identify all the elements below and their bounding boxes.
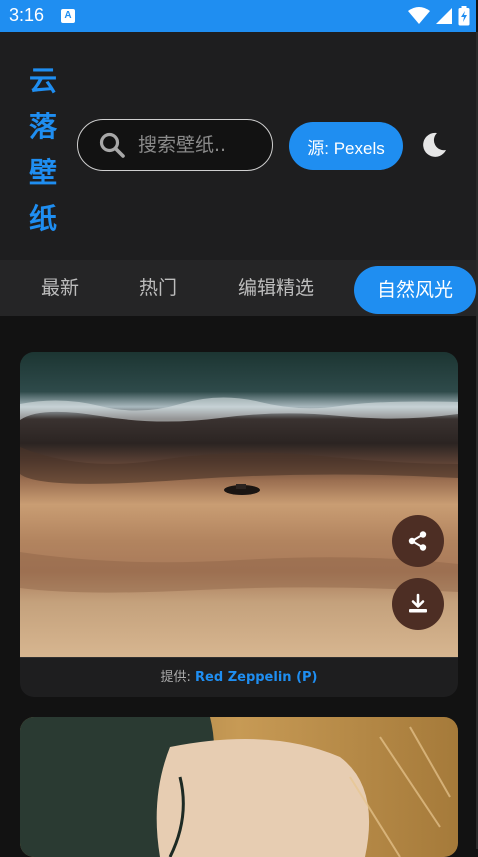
battery-charging-icon bbox=[458, 6, 470, 26]
download-button[interactable] bbox=[392, 578, 444, 630]
category-tabs: 最新 热门 编辑精选 自然风光 bbox=[0, 260, 476, 316]
tab-latest[interactable]: 最新 bbox=[41, 260, 79, 316]
signal-icon bbox=[436, 8, 452, 24]
credit-author-link[interactable]: Red Zeppelin (P) bbox=[195, 670, 317, 685]
app-title-char: 壁 bbox=[28, 156, 57, 189]
credit-prefix: 提供: bbox=[160, 670, 191, 685]
search-box[interactable] bbox=[77, 119, 273, 171]
app-title-char: 落 bbox=[28, 110, 57, 143]
status-time: 3:16 bbox=[9, 5, 45, 25]
source-button[interactable]: 源: Pexels bbox=[289, 122, 403, 170]
wifi-icon bbox=[408, 7, 430, 24]
download-icon bbox=[409, 593, 427, 613]
photo-credit: 提供: Red Zeppelin (P) bbox=[20, 657, 458, 697]
app-title: 云 落 壁 纸 bbox=[26, 58, 60, 242]
app-title-char: 纸 bbox=[28, 202, 57, 235]
wallpaper-card[interactable]: 提供: Red Zeppelin (P) bbox=[20, 352, 458, 697]
status-icons bbox=[408, 6, 470, 26]
share-icon bbox=[408, 531, 427, 551]
moon-icon[interactable] bbox=[420, 131, 448, 159]
app-title-char: 云 bbox=[28, 64, 57, 97]
status-bar: 3:16 A bbox=[0, 0, 476, 32]
tab-popular[interactable]: 热门 bbox=[139, 260, 177, 316]
notification-badge: A bbox=[61, 9, 75, 23]
search-icon[interactable] bbox=[98, 131, 126, 159]
share-button[interactable] bbox=[392, 515, 444, 567]
tab-editors-choice[interactable]: 编辑精选 bbox=[238, 260, 314, 316]
wallpaper-image[interactable] bbox=[20, 717, 458, 857]
search-input[interactable] bbox=[136, 133, 260, 157]
tab-nature[interactable]: 自然风光 bbox=[354, 266, 476, 314]
wallpaper-card[interactable] bbox=[20, 717, 458, 857]
